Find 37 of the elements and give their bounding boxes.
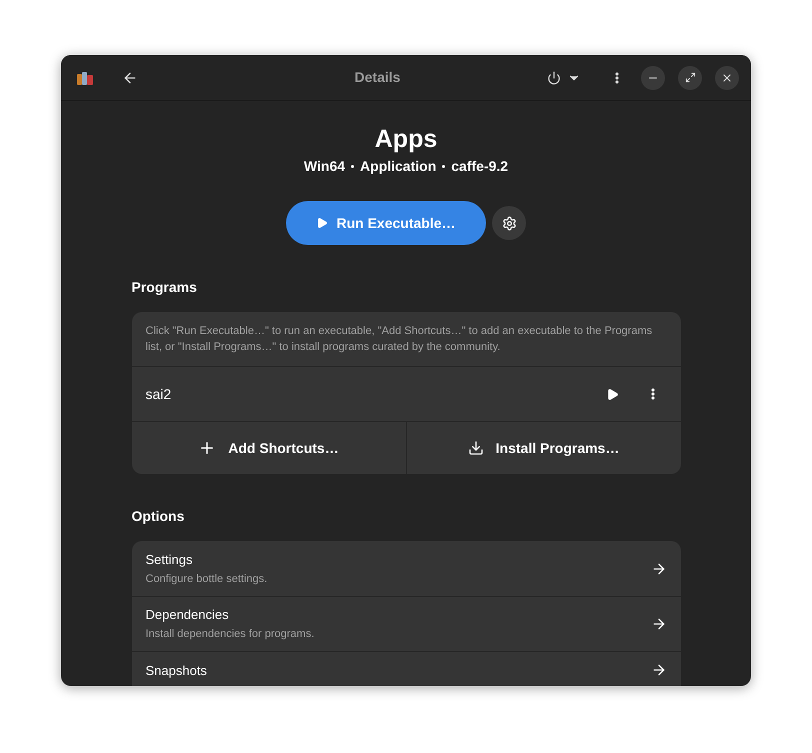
play-icon xyxy=(316,217,328,229)
bottle-info: caffe-9.2 xyxy=(451,157,508,176)
menu-icon xyxy=(650,388,654,400)
section-heading: Options xyxy=(132,507,186,526)
play-icon xyxy=(606,388,619,400)
option-row[interactable]: Dependencies Install dependencies for programs. xyxy=(132,596,680,651)
option-subtitle: Configure bottle settings. xyxy=(146,572,268,586)
close-icon xyxy=(721,72,733,84)
option-title: Snapshots xyxy=(146,662,208,680)
window-title: Details xyxy=(354,68,400,87)
maximize-icon xyxy=(684,72,696,83)
run-executable-button[interactable]: Run Executable… xyxy=(286,201,486,245)
maximize-button[interactable] xyxy=(678,66,702,90)
option-title: Settings xyxy=(146,550,194,568)
bottles-app-icon xyxy=(76,70,94,86)
arrow-icon xyxy=(650,662,666,678)
option-subtitle: Install dependencies for programs. xyxy=(146,627,316,642)
download-icon xyxy=(468,440,484,456)
program-name: sai2 xyxy=(146,384,172,404)
option-row[interactable]: Settings Configure bottle settings. xyxy=(132,541,680,596)
settings-icon xyxy=(502,216,516,230)
add-shortcuts-button[interactable]: Add Shortcuts… xyxy=(132,422,406,474)
section-heading: Programs xyxy=(132,278,198,297)
power-icon xyxy=(547,70,561,84)
install-programs-button[interactable]: Install Programs… xyxy=(406,422,680,474)
arrow-icon xyxy=(650,560,666,576)
program-row[interactable]: sai2 xyxy=(132,367,680,422)
arrow-icon xyxy=(650,616,666,632)
close-button[interactable] xyxy=(715,66,739,90)
bottle-info: Win64 xyxy=(304,157,346,176)
option-title: Dependencies xyxy=(146,606,230,624)
option-row[interactable]: Snapshots xyxy=(132,651,680,686)
bottle-name: Apps xyxy=(374,124,438,155)
programs-hint: Click "Run Executable…" to run an executable, "Add Shortcuts…" to add an executable to the Programs list, or "Install Programs…" to install programs curated by the community. xyxy=(132,312,680,367)
menu-icon xyxy=(615,72,619,84)
settings-button[interactable] xyxy=(492,206,526,240)
bottle-info: Application xyxy=(360,157,436,176)
